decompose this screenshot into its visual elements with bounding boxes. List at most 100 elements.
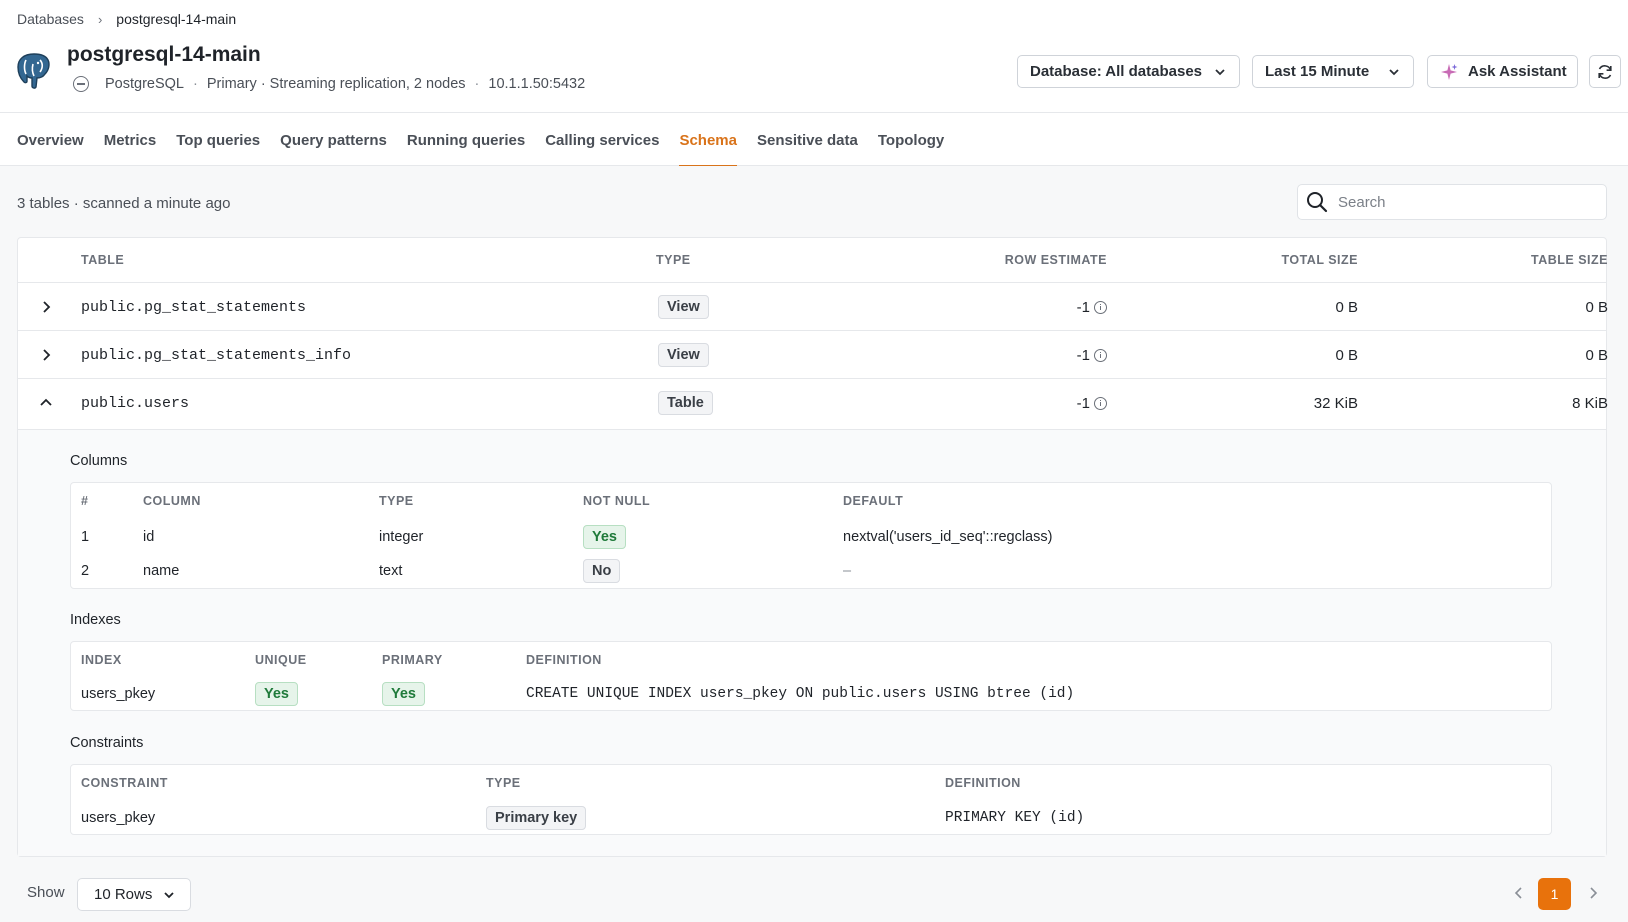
tab-query-patterns[interactable]: Query patterns xyxy=(280,113,387,166)
rows-per-page-dropdown[interactable]: 10 Rows xyxy=(77,878,191,911)
database-filter-label: Database: All databases xyxy=(1030,63,1203,80)
header-type: TYPE xyxy=(656,253,691,267)
table-row[interactable]: public.pg_stat_statements View -1 0 B 0 … xyxy=(18,282,1608,330)
index-name: users_pkey xyxy=(81,686,156,702)
schema-content: 3 tables · scanned a minute ago TABLE TY… xyxy=(0,166,1628,922)
not-null-badge: No xyxy=(583,559,621,583)
col-header-type: TYPE xyxy=(379,494,414,508)
breadcrumb: Databases › postgresql-14-main xyxy=(17,11,236,27)
tab-running-queries[interactable]: Running queries xyxy=(407,113,525,166)
tab-topology[interactable]: Topology xyxy=(878,113,944,166)
col-header-column: COLUMN xyxy=(143,494,201,508)
sparkle-icon xyxy=(1441,63,1458,80)
table-row-expanded[interactable]: public.users Table -1 32 KiB 8 KiB xyxy=(18,378,1608,426)
table-size: 0 B xyxy=(1585,298,1608,316)
con-header-constraint: CONSTRAINT xyxy=(81,776,168,790)
header-table: TABLE xyxy=(81,253,125,267)
columns-table: # COLUMN TYPE NOT NULL DEFAULT 1 id inte… xyxy=(70,482,1552,589)
breadcrumb-databases[interactable]: Databases xyxy=(17,11,84,27)
column-default: nextval('users_id_seq'::regclass) xyxy=(843,529,1053,545)
type-badge: View xyxy=(658,343,709,367)
chevron-up-icon[interactable] xyxy=(38,395,54,411)
chevron-down-icon xyxy=(1389,68,1399,75)
search-box[interactable] xyxy=(1297,184,1607,220)
idx-header-primary: PRIMARY xyxy=(382,653,443,667)
refresh-button[interactable] xyxy=(1589,55,1621,88)
separator-dot: · xyxy=(474,76,480,92)
tab-bar: Overview Metrics Top queries Query patte… xyxy=(0,112,1628,167)
search-input[interactable] xyxy=(1338,193,1588,211)
refresh-icon xyxy=(1598,64,1612,79)
tab-schema[interactable]: Schema xyxy=(679,113,737,167)
breadcrumb-current: postgresql-14-main xyxy=(116,11,237,27)
total-size: 0 B xyxy=(1335,298,1358,316)
total-size: 32 KiB xyxy=(1313,394,1358,412)
table-name: public.users xyxy=(81,394,190,412)
chevron-right-icon[interactable] xyxy=(1585,885,1601,901)
search-icon xyxy=(1307,192,1328,213)
column-num: 2 xyxy=(81,563,90,579)
info-icon[interactable] xyxy=(1094,348,1107,362)
table-row[interactable]: public.pg_stat_statements_info View -1 0… xyxy=(18,330,1608,378)
constraints-title: Constraints xyxy=(70,735,144,751)
time-range-label: Last 15 Minute xyxy=(1265,63,1370,80)
table-size: 8 KiB xyxy=(1572,394,1608,412)
indexes-table: INDEX UNIQUE PRIMARY DEFINITION users_pk… xyxy=(70,641,1552,711)
col-header-not-null: NOT NULL xyxy=(583,494,651,508)
column-name: name xyxy=(143,563,180,579)
engine-label: PostgreSQL xyxy=(105,76,184,92)
database-filter-dropdown[interactable]: Database: All databases xyxy=(1017,55,1240,88)
tab-top-queries[interactable]: Top queries xyxy=(176,113,260,166)
chevron-right-icon[interactable] xyxy=(38,299,54,315)
page-1-button[interactable]: 1 xyxy=(1538,878,1571,910)
role-label: Primary · Streaming replication, 2 nodes xyxy=(206,76,466,92)
tab-metrics[interactable]: Metrics xyxy=(104,113,157,166)
header-row-estimate: ROW ESTIMATE xyxy=(1004,253,1107,267)
con-header-definition: DEFINITION xyxy=(945,776,1021,790)
chevron-down-icon xyxy=(164,891,174,898)
type-badge: View xyxy=(658,295,709,319)
column-default: – xyxy=(843,563,852,579)
index-definition: CREATE UNIQUE INDEX users_pkey ON public… xyxy=(526,686,1075,702)
header-total-size: TOTAL SIZE xyxy=(1281,253,1358,267)
separator-dot: · xyxy=(193,76,198,92)
ask-assistant-label: Ask Assistant xyxy=(1468,63,1567,80)
table-details: Columns # COLUMN TYPE NOT NULL DEFAULT 1… xyxy=(18,429,1606,856)
time-range-dropdown[interactable]: Last 15 Minute xyxy=(1252,55,1414,88)
chevron-right-icon[interactable] xyxy=(38,347,54,363)
ask-assistant-button[interactable]: Ask Assistant xyxy=(1427,55,1578,88)
not-null-badge: Yes xyxy=(583,525,626,549)
constraint-type-badge: Primary key xyxy=(486,806,587,830)
info-icon[interactable] xyxy=(1094,396,1107,410)
status-neutral-icon xyxy=(73,76,89,92)
table-size: 0 B xyxy=(1585,346,1608,364)
constraint-name: users_pkey xyxy=(81,810,156,826)
header-table-size: TABLE SIZE xyxy=(1531,253,1608,267)
show-label: Show xyxy=(27,884,65,901)
schema-summary: 3 tables · scanned a minute ago xyxy=(17,195,231,212)
type-badge: Table xyxy=(658,391,713,415)
indexes-title: Indexes xyxy=(70,612,121,628)
rows-per-page-label: 10 Rows xyxy=(94,886,153,903)
unique-badge: Yes xyxy=(255,682,298,706)
page-title: postgresql-14-main xyxy=(67,43,261,66)
column-num: 1 xyxy=(81,529,90,545)
tab-overview[interactable]: Overview xyxy=(17,113,84,166)
con-header-type: TYPE xyxy=(486,776,521,790)
postgresql-elephant-icon xyxy=(17,53,50,89)
tab-calling-services[interactable]: Calling services xyxy=(545,113,659,166)
columns-title: Columns xyxy=(70,453,128,469)
idx-header-unique: UNIQUE xyxy=(255,653,307,667)
chevron-left-icon[interactable] xyxy=(1511,885,1527,901)
primary-badge: Yes xyxy=(382,682,425,706)
tab-sensitive-data[interactable]: Sensitive data xyxy=(757,113,858,166)
total-size: 0 B xyxy=(1335,346,1358,364)
tables-panel: TABLE TYPE ROW ESTIMATE TOTAL SIZE TABLE… xyxy=(17,237,1608,857)
row-estimate: -1 xyxy=(1076,346,1090,364)
info-icon[interactable] xyxy=(1094,300,1107,314)
column-type: text xyxy=(379,563,403,579)
database-meta: PostgreSQL · Primary · Streaming replica… xyxy=(73,76,585,92)
column-type: integer xyxy=(379,529,424,545)
table-name: public.pg_stat_statements_info xyxy=(81,346,352,364)
constraints-table: CONSTRAINT TYPE DEFINITION users_pkey Pr… xyxy=(70,764,1552,835)
